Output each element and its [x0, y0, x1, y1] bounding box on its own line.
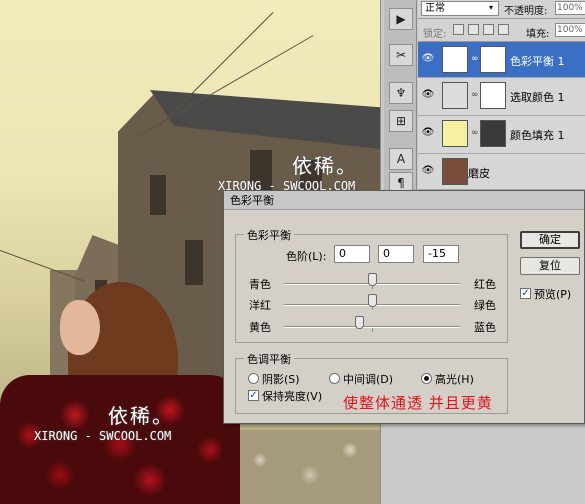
lock-all-icon[interactable]	[498, 24, 509, 35]
group-label: 色调平衡	[244, 351, 294, 367]
ok-button[interactable]: 确定	[520, 231, 580, 249]
midtones-radio[interactable]	[329, 373, 340, 384]
slider-tick	[372, 328, 373, 332]
lock-pixels-icon[interactable]	[468, 24, 479, 35]
window	[185, 240, 203, 285]
slider-right-label: 红色	[474, 278, 496, 291]
link-icon[interactable]: ∞	[471, 128, 479, 138]
watermark-bottom: 依稀。 XIRONG - SWCOOL.COM	[34, 404, 174, 443]
preview-label[interactable]: 预览(P)	[534, 286, 571, 302]
layer-row-selective-color[interactable]: 👁 ∞ 选取颜色 1	[418, 78, 585, 116]
layer-thumbnail	[442, 158, 468, 185]
layer-name[interactable]: 色彩平衡 1	[510, 53, 565, 69]
clone-stamp-icon[interactable]: ⊞	[389, 110, 413, 132]
slider-left-label: 青色	[249, 278, 271, 291]
play-icon[interactable]: ▶	[389, 8, 413, 30]
cyan-red-slider-handle[interactable]	[368, 273, 377, 286]
color-balance-dialog: 色彩平衡 色彩平衡 色阶(L): 0 0 -15 青色 红色 洋红 绿色 黄色 …	[223, 190, 585, 424]
eye-icon[interactable]: 👁	[421, 165, 435, 177]
level-magenta-green-input[interactable]: 0	[378, 245, 414, 263]
fill-label: 填充:	[526, 29, 550, 40]
layer-name[interactable]: 选取颜色 1	[510, 89, 565, 105]
opacity-label: 不透明度:	[504, 6, 548, 17]
preserve-luminosity-checkbox[interactable]: ✓	[248, 390, 259, 401]
shadows-label[interactable]: 阴影(S)	[262, 371, 300, 387]
lock-position-icon[interactable]	[483, 24, 494, 35]
annotation-text: 使整体通透 并且更黄	[343, 394, 493, 412]
link-icon[interactable]: ∞	[471, 54, 479, 64]
midtones-label[interactable]: 中间调(D)	[343, 371, 393, 387]
level-cyan-red-input[interactable]: 0	[334, 245, 370, 263]
character-icon[interactable]: A	[389, 148, 413, 170]
level-yellow-blue-input[interactable]: -15	[423, 245, 459, 263]
layer-row-retouch[interactable]: 👁 磨皮	[418, 154, 585, 190]
adjustment-thumbnail	[442, 46, 468, 73]
mask-thumbnail[interactable]	[480, 82, 506, 109]
levels-label: 色阶(L):	[286, 250, 327, 263]
watermark-top: 依稀。 XIRONG - SWCOOL.COM	[218, 154, 358, 193]
mask-thumbnail[interactable]	[480, 120, 506, 147]
dialog-title[interactable]: 色彩平衡	[224, 191, 584, 210]
preview-checkbox[interactable]: ✓	[520, 288, 531, 299]
slider-right-label: 蓝色	[474, 321, 496, 334]
reset-button[interactable]: 复位	[520, 257, 580, 275]
lock-label: 锁定:	[423, 29, 447, 40]
group-label: 色彩平衡	[244, 227, 294, 243]
highlights-radio[interactable]	[421, 373, 432, 384]
eye-icon[interactable]: 👁	[421, 53, 435, 65]
layer-row-color-balance[interactable]: 👁 ∞ 色彩平衡 1	[418, 42, 585, 78]
magenta-green-slider-handle[interactable]	[368, 294, 377, 307]
window	[150, 175, 166, 215]
lock-transparent-icon[interactable]	[453, 24, 464, 35]
eye-icon[interactable]: 👁	[421, 127, 435, 139]
woman-face	[60, 300, 100, 355]
eye-icon[interactable]: 👁	[421, 89, 435, 101]
blend-mode-select[interactable]: 正常	[421, 1, 499, 16]
opacity-input[interactable]: 100%	[555, 1, 585, 15]
rocks	[230, 430, 380, 504]
preserve-luminosity-label[interactable]: 保持亮度(V)	[262, 388, 322, 404]
tools-icon[interactable]: ✂	[389, 44, 413, 66]
slider-left-label: 黄色	[249, 321, 271, 334]
fill-color-thumbnail	[442, 120, 468, 147]
slider-right-label: 绿色	[474, 299, 496, 312]
layer-name[interactable]: 磨皮	[468, 165, 490, 181]
yellow-blue-slider-handle[interactable]	[355, 316, 364, 329]
chevron-down-icon[interactable]: ▾	[489, 3, 493, 12]
layer-name[interactable]: 颜色填充 1	[510, 127, 565, 143]
shadows-radio[interactable]	[248, 373, 259, 384]
slider-left-label: 洋红	[249, 299, 271, 312]
mask-thumbnail[interactable]	[480, 46, 506, 73]
adjustment-thumbnail	[442, 82, 468, 109]
layer-row-color-fill[interactable]: 👁 ∞ 颜色填充 1	[418, 116, 585, 154]
power-line	[0, 250, 85, 282]
highlights-label[interactable]: 高光(H)	[435, 371, 474, 387]
link-icon[interactable]: ∞	[471, 90, 479, 100]
brush-icon[interactable]: ♆	[389, 82, 413, 104]
fill-input[interactable]: 100%	[555, 23, 585, 37]
